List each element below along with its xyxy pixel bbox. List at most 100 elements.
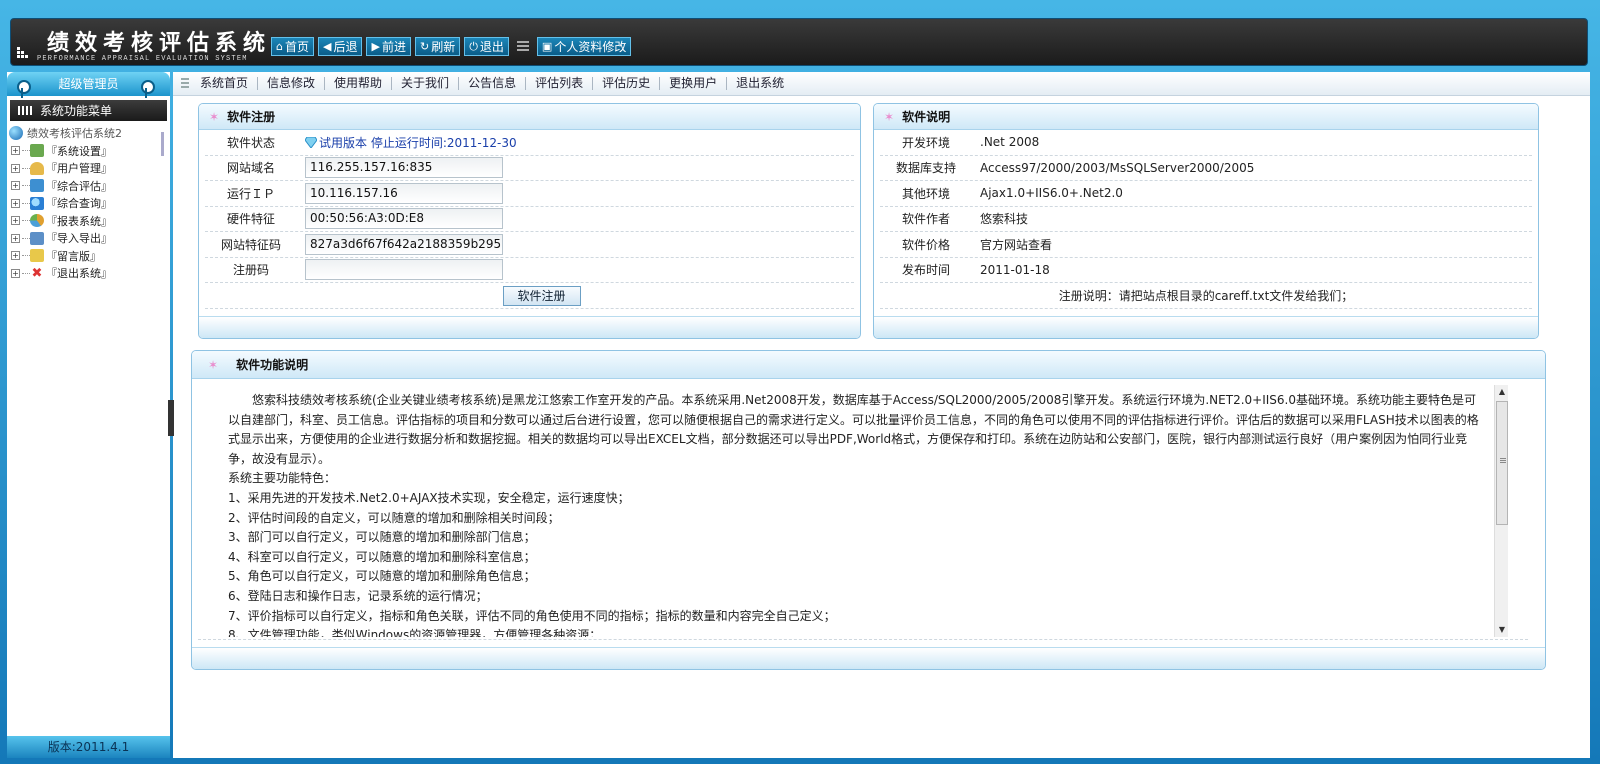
home-button[interactable]: ⌂ 首页 [271, 37, 314, 56]
feature-item: 4、科室可以自行定义，可以随意的增加和删除科室信息； [228, 549, 536, 564]
scroll-up-icon[interactable]: ▲ [1495, 385, 1509, 399]
expand-icon[interactable]: + [11, 163, 20, 173]
star-icon: ✶ [209, 109, 220, 124]
expand-icon[interactable]: + [11, 233, 20, 243]
domain-field[interactable]: 116.255.157.16:835 [305, 157, 503, 179]
nav-about[interactable]: 关于我们 [392, 77, 460, 90]
sidebar: 超级管理员 系统功能菜单 绩效考核评估系统2 + 『系统设置』 + 『用户管理』 [7, 72, 170, 758]
description-scrollbar[interactable]: ▲ ▼ [1494, 385, 1508, 637]
nav-info-edit[interactable]: 信息修改 [258, 77, 326, 90]
menu-title: 系统功能菜单 [10, 100, 167, 121]
description-divider [198, 639, 1528, 640]
nav-home[interactable]: 系统首页 [191, 77, 259, 90]
refresh-icon: ↻ [419, 40, 430, 53]
sidebar-item-system-settings[interactable]: + 『系统设置』 [9, 142, 165, 160]
menu-tree: 绩效考核评估系统2 + 『系统设置』 + 『用户管理』 + 『综合评估』 + 『… [9, 124, 165, 282]
app-title: 绩效考核评估系统 [47, 30, 272, 56]
nav-exit[interactable]: 退出系统 [727, 77, 793, 90]
star-icon: ✶ [208, 357, 219, 372]
register-panel-header: ✶ 软件注册 [199, 104, 860, 130]
version-label: 版本:2011.4.1 [7, 736, 170, 758]
register-button[interactable]: 软件注册 [502, 285, 581, 306]
nav-evaluation-list[interactable]: 评估列表 [526, 77, 594, 90]
info-row: 软件价格 官方网站查看 [880, 232, 1532, 258]
description-panel-footer [192, 647, 1545, 669]
scroll-down-icon[interactable]: ▼ [1495, 623, 1509, 637]
hardware-field[interactable]: 00:50:56:A3:0D:E8 [305, 208, 503, 230]
status-row: 软件状态 试用版本 停止运行时间:2011-12-30 [205, 130, 854, 156]
feature-item: 2、评估时间段的自定义，可以随意的增加和删除相关时间段； [228, 510, 560, 525]
expand-icon[interactable]: + [11, 198, 20, 208]
profile-label: 个人资料修改 [554, 40, 627, 54]
info-row: 数据库支持 Access97/2000/2003/MsSQLServer2000… [880, 156, 1532, 181]
logout-label: 退出 [479, 40, 504, 54]
sidebar-item-reports[interactable]: + 『报表系统』 [9, 212, 165, 230]
status-label: 软件状态 [226, 135, 275, 150]
exit-icon: ✖ [31, 265, 43, 281]
refresh-label: 刷新 [431, 40, 456, 54]
back-button[interactable]: ◀ 后退 [318, 37, 363, 56]
sidebar-toggle-handle[interactable] [168, 400, 174, 436]
register-button-row: 软件注册 [205, 283, 854, 309]
description-panel-title: 软件功能说明 [236, 358, 309, 372]
home-icon: ⌂ [276, 40, 283, 53]
info-panel: ✶ 软件说明 开发环境 .Net 2008 数据库支持 Access97/200… [873, 103, 1539, 339]
app-subtitle: PERFORMANCE APPRAISAL EVALUATION SYSTEM [37, 55, 248, 63]
info-row: 软件作者 悠索科技 [880, 207, 1532, 232]
menu-grid-icon [18, 106, 32, 115]
sidebar-item-evaluation[interactable]: + 『综合评估』 [9, 177, 165, 195]
hardware-label: 硬件特征 [226, 212, 275, 227]
sidebar-item-label: 『留言版』 [46, 249, 101, 263]
scroll-thumb[interactable] [1496, 401, 1508, 525]
info-row-value: 悠索科技 [980, 212, 1029, 227]
tree-root-label: 绩效考核评估系统2 [27, 127, 122, 140]
hardware-row: 硬件特征 00:50:56:A3:0D:E8 [205, 207, 854, 232]
expand-icon[interactable]: + [11, 251, 20, 261]
ip-label: 运行ＩＰ [226, 186, 275, 201]
sidebar-item-label: 『退出系统』 [46, 267, 112, 281]
nav-evaluation-history[interactable]: 评估历史 [593, 77, 661, 90]
logout-button[interactable]: ⏻ 退出 [464, 37, 509, 56]
sidebar-item-message-board[interactable]: + 『留言版』 [9, 247, 165, 265]
info-row-value: Ajax1.0+IIS6.0+.Net2.0 [980, 186, 1123, 201]
regcode-field[interactable] [305, 259, 503, 281]
expand-icon[interactable]: + [11, 216, 20, 226]
app-frame: 绩效考核评估系统 PERFORMANCE APPRAISAL EVALUATIO… [0, 0, 1600, 764]
info-panel-footer [874, 316, 1538, 338]
sidebar-item-query[interactable]: + 『综合查询』 [9, 195, 165, 213]
tree-root[interactable]: 绩效考核评估系统2 [9, 124, 165, 142]
description-panel-header: ✶ 软件功能说明 [192, 351, 1545, 379]
main-content: 系统首页 信息修改 使用帮助 关于我们 公告信息 评估列表 评估历史 更换用户 … [168, 72, 1590, 758]
forward-button[interactable]: ▶ 前进 [366, 37, 411, 56]
regcode-label: 注册码 [232, 263, 269, 278]
nav-switch-user[interactable]: 更换用户 [660, 77, 728, 90]
nav-help[interactable]: 使用帮助 [325, 77, 393, 90]
globe-icon [9, 126, 23, 140]
sidebar-item-user-management[interactable]: + 『用户管理』 [9, 160, 165, 178]
role-label: 超级管理员 [58, 77, 119, 91]
sitecode-row: 网站特征码 827a3d6f67f642a2188359b2957f8f6 [205, 232, 854, 258]
evaluate-icon [30, 179, 44, 193]
nav-announcements[interactable]: 公告信息 [459, 77, 527, 90]
expand-icon[interactable]: + [11, 181, 20, 191]
profile-icon: ▣ [541, 40, 553, 53]
expand-icon[interactable]: + [11, 146, 20, 156]
sidebar-item-exit[interactable]: + ✖ 『退出系统』 [9, 265, 165, 283]
description-intro: 悠索科技绩效考核系统(企业关键业绩考核系统)是黑龙江悠索工作室开发的产品。本系统… [228, 393, 1479, 466]
profile-edit-button[interactable]: ▣ 个人资料修改 [536, 37, 632, 56]
settings-icon [30, 144, 44, 158]
nav-bar: 系统首页 信息修改 使用帮助 关于我们 公告信息 评估列表 评估历史 更换用户 … [173, 72, 1590, 96]
user-icon [30, 161, 44, 175]
features-title: 系统主要功能特色： [228, 471, 337, 486]
power-icon: ⏻ [469, 39, 478, 53]
sitecode-field[interactable]: 827a3d6f67f642a2188359b2957f8f6 [305, 233, 503, 255]
forward-label: 前进 [381, 40, 406, 54]
info-row: 其他环境 Ajax1.0+IIS6.0+.Net2.0 [880, 181, 1532, 207]
refresh-button[interactable]: ↻ 刷新 [414, 37, 461, 56]
ip-row: 运行ＩＰ 10.116.157.16 [205, 181, 854, 207]
info-row-label: 发布时间 [901, 263, 950, 278]
ip-field[interactable]: 10.116.157.16 [305, 182, 503, 204]
sidebar-item-import-export[interactable]: + 『导入导出』 [9, 230, 165, 248]
expand-icon[interactable]: + [11, 268, 20, 278]
pin-icon [141, 80, 155, 98]
